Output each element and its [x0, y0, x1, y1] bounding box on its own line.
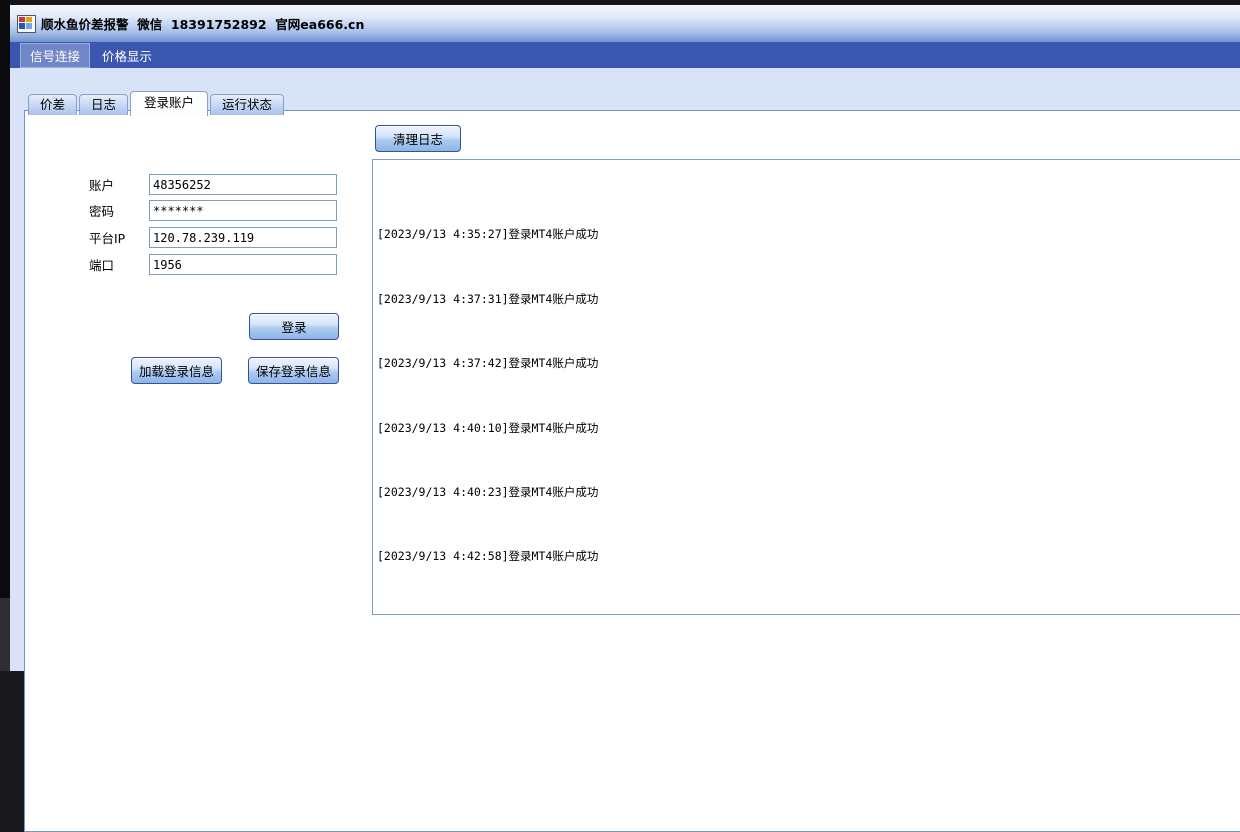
log-line: [2023/9/13 4:35:27]登录MT4账户成功 [377, 227, 599, 242]
tab-page-login-account: 账户 密码 平台IP 端口 登录 加载登录信息 保存登录信息 清理日志 [202… [24, 110, 1240, 832]
desktop-background-left [0, 0, 10, 671]
tab-strip: 价差 日志 登录账户 运行状态 [28, 90, 286, 116]
log-line: [2023/9/13 4:37:42]登录MT4账户成功 [377, 356, 599, 371]
menu-bar: 信号连接 价格显示 [10, 42, 1240, 68]
tab-login-account[interactable]: 登录账户 [130, 91, 209, 116]
account-field-row: 账户 [89, 174, 337, 195]
log-textbox[interactable]: [2023/9/13 4:35:27]登录MT4账户成功 [2023/9/13 … [372, 159, 1240, 615]
save-login-info-button[interactable]: 保存登录信息 [248, 357, 339, 384]
title-bar[interactable]: 顺水鱼价差报警 微信 18391752892 官网ea666.cn [10, 5, 1240, 42]
menu-item-signal-connect[interactable]: 信号连接 [20, 42, 91, 68]
clear-log-button[interactable]: 清理日志 [375, 125, 461, 152]
load-login-info-button[interactable]: 加载登录信息 [131, 357, 222, 384]
port-field-row: 端口 [89, 254, 337, 275]
platform-ip-field-row: 平台IP [89, 227, 337, 248]
platform-ip-input[interactable] [149, 227, 337, 248]
app-icon [17, 14, 36, 33]
desktop-background-left-lower [0, 598, 10, 671]
account-input[interactable] [149, 174, 337, 195]
login-button[interactable]: 登录 [249, 313, 339, 340]
menu-item-price-display[interactable]: 价格显示 [92, 43, 162, 68]
tab-price-diff[interactable]: 价差 [28, 94, 78, 115]
password-field-row: 密码 [89, 200, 337, 221]
app-window: 顺水鱼价差报警 微信 18391752892 官网ea666.cn 信号连接 价… [10, 5, 1240, 832]
platform-ip-label: 平台IP [89, 231, 126, 246]
port-label: 端口 [89, 258, 115, 273]
tab-log[interactable]: 日志 [79, 94, 129, 115]
window-title: 顺水鱼价差报警 微信 18391752892 官网ea666.cn [41, 17, 365, 32]
port-input[interactable] [149, 254, 337, 275]
password-label: 密码 [89, 204, 115, 219]
log-line: [2023/9/13 4:40:23]登录MT4账户成功 [377, 484, 599, 499]
log-line: [2023/9/13 4:42:58]登录MT4账户成功 [377, 549, 599, 564]
log-line: [2023/9/13 4:37:31]登录MT4账户成功 [377, 291, 599, 306]
account-label: 账户 [89, 178, 115, 193]
password-input[interactable] [149, 200, 337, 221]
log-line: [2023/9/13 4:40:10]登录MT4账户成功 [377, 420, 599, 435]
tab-run-status[interactable]: 运行状态 [210, 94, 285, 115]
log-line: [2023/9/13 4:46:01]登录MT4账户成功 [377, 613, 1240, 615]
